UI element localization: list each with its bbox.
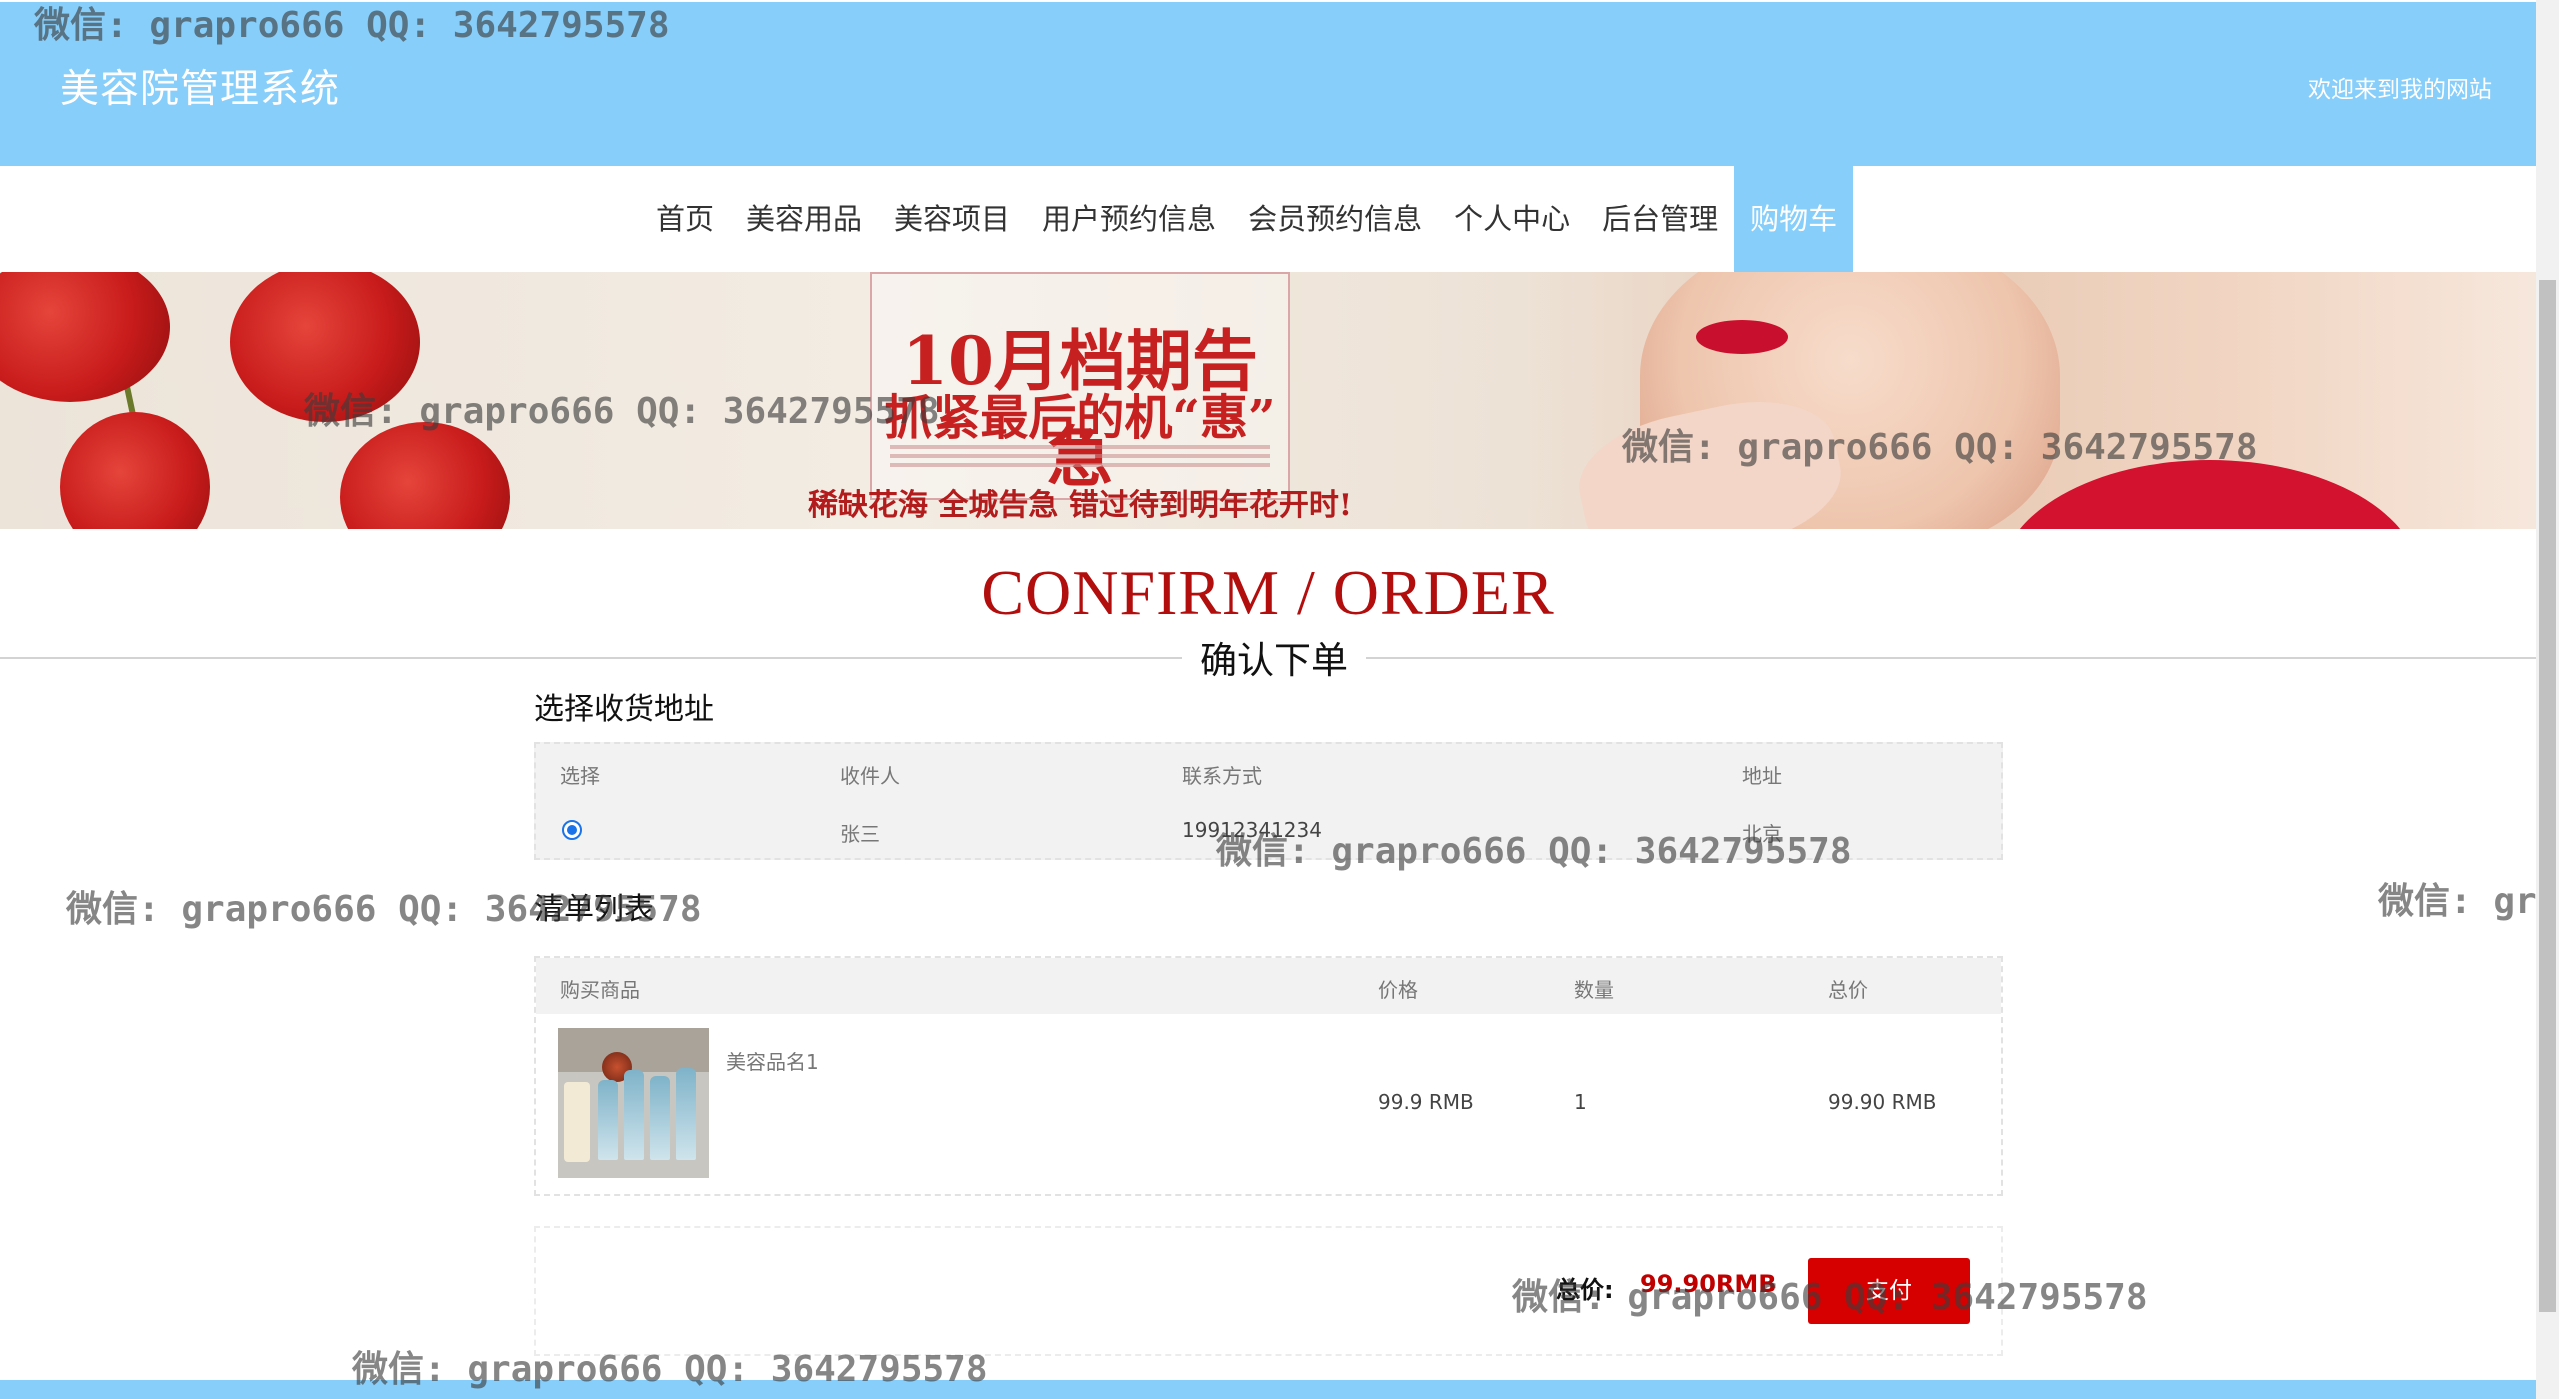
nav-item-user-appointments[interactable]: 用户预约信息 [1026,166,1232,272]
main-nav: 首页 美容用品 美容项目 用户预约信息 会员预约信息 个人中心 后台管理 购物车 [0,166,2536,272]
welcome-text: 欢迎来到我的网站 [2308,77,2492,103]
nav-item-member-appointments[interactable]: 会员预约信息 [1232,166,1438,272]
watermark: 微信: grapro666 QQ: 3642795578 [352,1349,988,1390]
col-recipient: 收件人 [840,764,900,788]
col-product: 购买商品 [560,978,640,1002]
page-title-en: CONFIRM / ORDER [981,557,1555,628]
page-scrollbar[interactable] [2536,0,2559,1399]
scrollbar-thumb[interactable] [2539,280,2556,1312]
red-rose-image [0,272,170,402]
watermark: 微信: grapro666 QQ: 3642795578 [34,5,670,46]
banner-fine-print [890,440,1270,476]
banner-slogan: 稀缺花海 全城告急 错过待到明年花开时! [807,488,1353,523]
red-dress-image [2000,460,2420,529]
red-rose-image [340,422,510,529]
address-radio[interactable] [562,820,582,840]
watermark: 微信: grapro666 QQ: 3642795578 [1622,427,2258,468]
red-rose-image [60,412,210,529]
watermark: 微信: grapro666 QQ: 3642795578 [1512,1277,2148,1318]
col-price: 价格 [1378,978,1418,1002]
col-quantity: 数量 [1574,978,1614,1002]
col-address: 地址 [1742,764,1782,788]
page: 美容院管理系统 欢迎来到我的网站 首页 美容用品 美容项目 用户预约信息 会员预… [0,0,2536,1399]
nav-item-admin[interactable]: 后台管理 [1586,166,1734,272]
watermark: 微信: gra [2378,881,2536,922]
banner-subheading: 抓紧最后的机“惠” [884,390,1276,446]
nav-item-profile[interactable]: 个人中心 [1438,166,1586,272]
nav-item-beauty-services[interactable]: 美容项目 [878,166,1026,272]
col-phone: 联系方式 [1182,764,1262,788]
order-table-header [536,958,2001,1014]
nav-item-cart[interactable]: 购物车 [1734,166,1854,272]
product-quantity: 1 [1574,1090,1587,1114]
product-price: 99.9 RMB [1378,1090,1474,1114]
address-section-label: 选择收货地址 [534,692,714,727]
col-select: 选择 [560,764,600,788]
model-lips-image [1696,320,1788,354]
site-title[interactable]: 美容院管理系统 [60,58,340,114]
col-total: 总价 [1828,978,1868,1002]
product-subtotal: 99.90 RMB [1828,1090,1937,1114]
product-thumbnail[interactable] [558,1028,709,1178]
nav-item-home[interactable]: 首页 [640,166,730,272]
recipient-name: 张三 [840,822,880,846]
order-table: 购买商品 价格 数量 总价 美容品名1 99.9 RMB 1 99.90 RMB [534,956,2003,1196]
product-name[interactable]: 美容品名1 [726,1046,819,1075]
nav-item-beauty-products[interactable]: 美容用品 [730,166,878,272]
page-title-cn: 确认下单 [1182,630,1366,684]
watermark: 微信: grapro666 QQ: 3642795578 [304,391,940,432]
watermark: 微信: grapro666 QQ: 3642795578 [1216,831,1852,872]
watermark: 微信: grapro666 QQ: 3642795578 [66,889,702,930]
